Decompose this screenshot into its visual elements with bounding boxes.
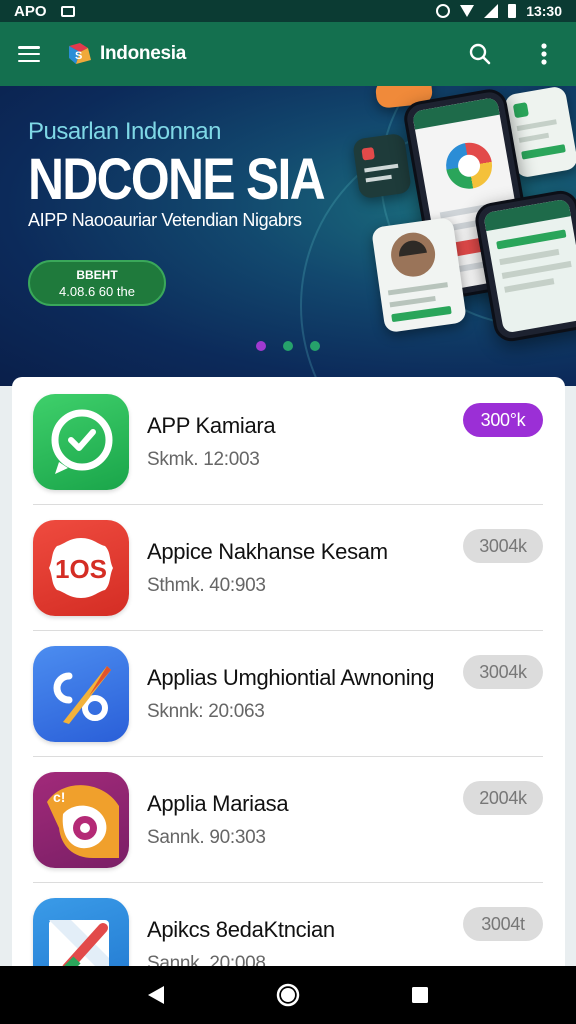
- banner-cta-button[interactable]: BBEHT 4.08.6 60 the: [28, 260, 166, 306]
- signal-icon: [484, 4, 499, 18]
- whatsapp-style-icon: [33, 394, 129, 490]
- list-item[interactable]: 1OS Appice Nakhanse Kesam Sthmk. 40:903 …: [33, 505, 543, 631]
- app-subtitle: Sthmk. 40:903: [147, 575, 266, 596]
- app-badge-button[interactable]: 3004k: [463, 655, 543, 689]
- recents-icon[interactable]: [400, 975, 440, 1015]
- carousel-dots: [256, 341, 320, 351]
- app-subtitle: Sknnk: 20:063: [147, 701, 265, 722]
- app-bar: S Indonesia: [0, 22, 576, 86]
- swirl-icon: c!: [33, 772, 129, 868]
- status-time: 13:30: [526, 3, 562, 19]
- search-icon[interactable]: [466, 40, 494, 68]
- banner-title: NDCONE SIA: [28, 147, 326, 212]
- list-item[interactable]: APP Kamiara Skmk. 12:003 300°k: [33, 379, 543, 505]
- logo-text: Indonesia: [100, 42, 186, 64]
- promo-banner[interactable]: Pusarlan Indonnan NDCONE SIA AIPP Naooau…: [0, 86, 576, 386]
- floating-card-tile: [352, 132, 412, 200]
- system-nav-bar: [0, 966, 576, 1024]
- carousel-dot[interactable]: [256, 341, 266, 351]
- banner-subtitle: AIPP Naooauriar Vetendian Nigabrs: [28, 210, 302, 230]
- list-item[interactable]: Applias Umghiontial Awnoning Sknnk: 20:0…: [33, 631, 543, 757]
- ios-badge-icon: 1OS: [33, 520, 129, 616]
- wifi-icon: [460, 5, 475, 17]
- home-icon[interactable]: [268, 975, 308, 1015]
- app-subtitle: Sannk. 90:303: [147, 827, 266, 848]
- battery-icon: [508, 4, 517, 18]
- cta-line1: BBEHT: [76, 268, 118, 282]
- svg-text:c!: c!: [53, 789, 65, 805]
- list-item[interactable]: c! Applia Mariasa Sannk. 90:303 2004k: [33, 757, 543, 883]
- profile-card-illustration: [371, 216, 467, 334]
- image-icon: [60, 5, 75, 17]
- app-badge-button[interactable]: 300°k: [463, 403, 543, 437]
- carousel-dot[interactable]: [283, 341, 293, 351]
- app-subtitle: Skmk. 12:003: [147, 449, 260, 470]
- back-icon[interactable]: [136, 975, 176, 1015]
- app-logo[interactable]: S Indonesia: [66, 40, 186, 68]
- logo-mark-icon: S: [66, 40, 94, 68]
- status-bar: APO 13:30: [0, 0, 576, 22]
- app-badge-button[interactable]: 2004k: [463, 781, 543, 815]
- svg-text:1OS: 1OS: [55, 554, 107, 584]
- compass-link-icon: [33, 646, 129, 742]
- more-vert-icon[interactable]: [530, 40, 558, 68]
- alarm-icon: [436, 4, 451, 18]
- menu-icon[interactable]: [18, 46, 40, 62]
- carousel-dot[interactable]: [310, 341, 320, 351]
- banner-eyebrow: Pusarlan Indonnan: [28, 118, 222, 145]
- app-badge-button[interactable]: 3004t: [463, 907, 543, 941]
- app-list: APP Kamiara Skmk. 12:003 300°k 1OS Appic…: [12, 377, 565, 994]
- cta-line2: 4.08.6 60 the: [59, 284, 135, 299]
- app-badge-button[interactable]: 3004k: [463, 529, 543, 563]
- status-carrier-text: APO: [14, 2, 47, 20]
- svg-text:S: S: [75, 50, 82, 62]
